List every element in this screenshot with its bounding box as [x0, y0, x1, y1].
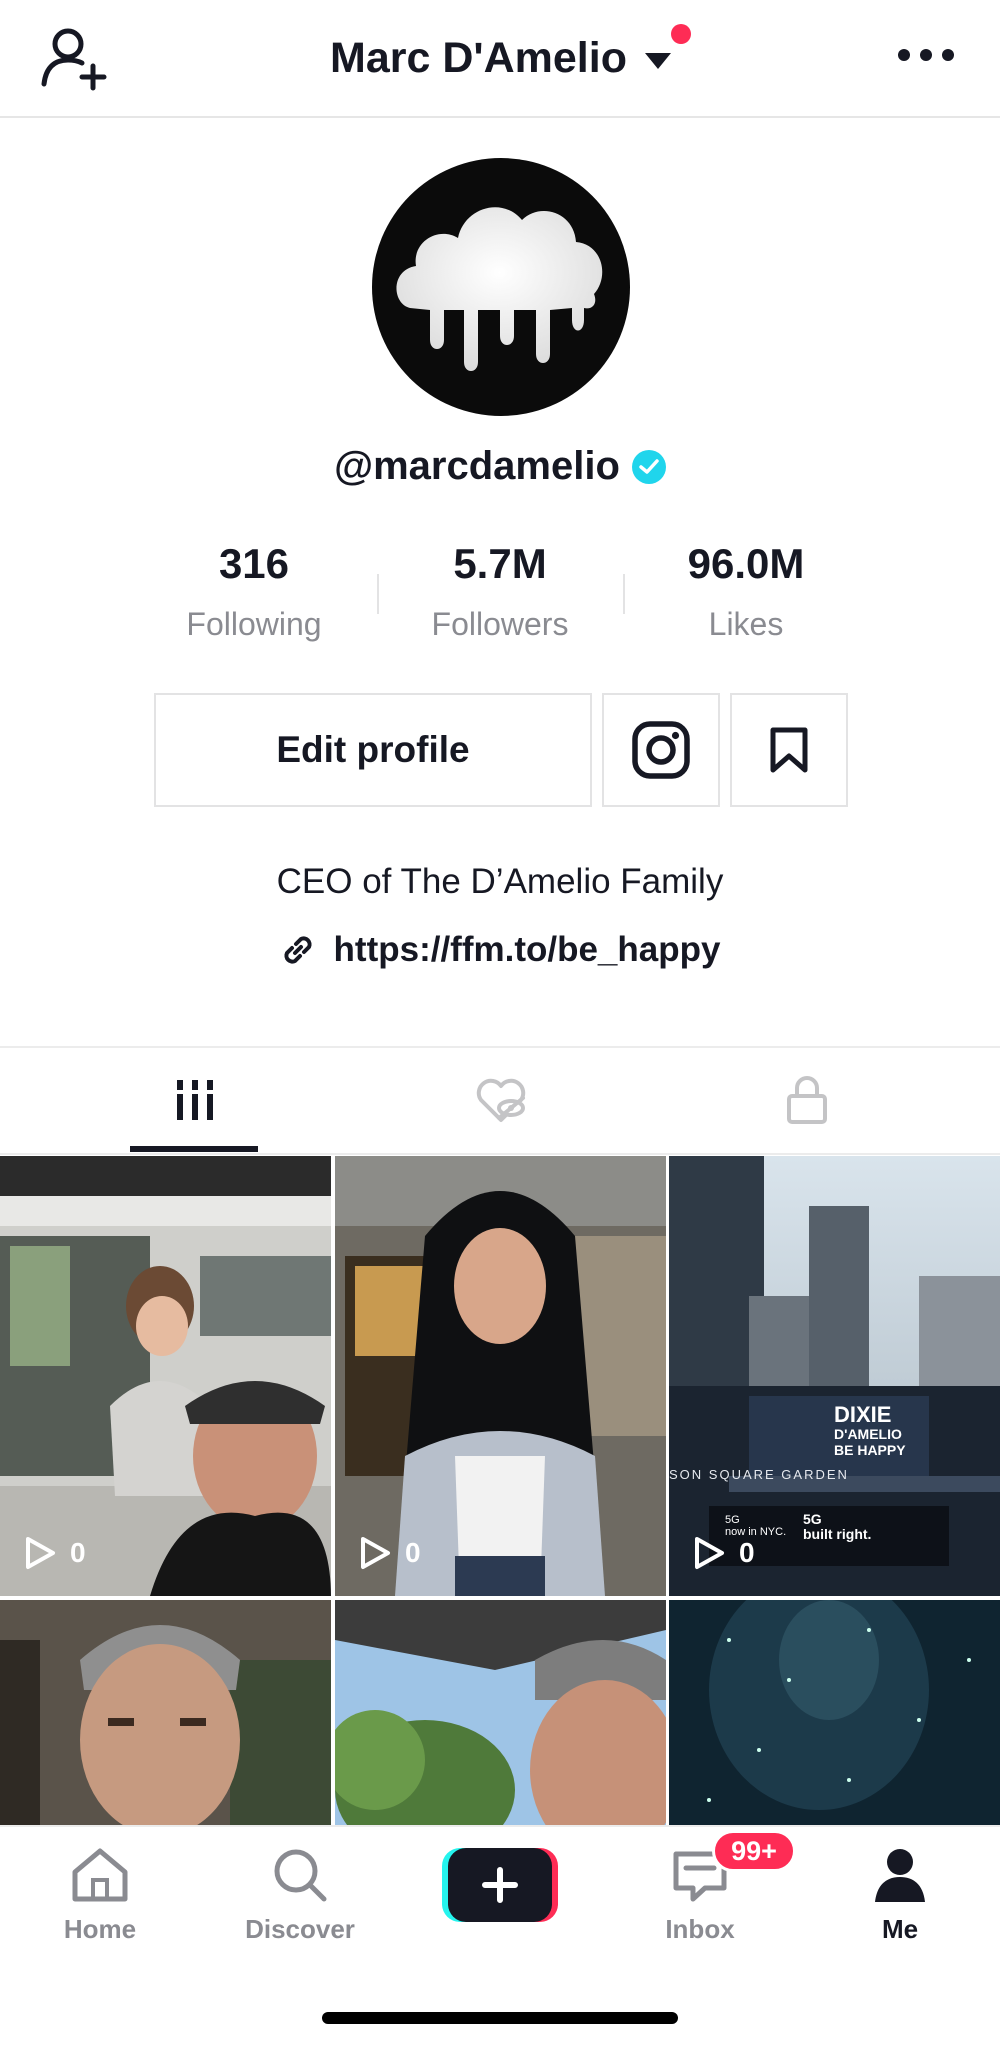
nav-label: Home: [63, 1914, 137, 1944]
divider: [0, 1153, 1000, 1155]
view-count: 0: [24, 1536, 86, 1570]
following-stat[interactable]: 316 Following: [154, 540, 354, 643]
username: @marcdamelio: [334, 444, 620, 488]
play-icon: [361, 1537, 390, 1569]
nav-home[interactable]: Home: [30, 1846, 170, 1945]
active-tab-indicator: [130, 1146, 258, 1152]
play-icon: [26, 1537, 55, 1569]
grid-icon: [174, 1080, 215, 1120]
account-switcher[interactable]: Marc D'Amelio: [330, 28, 671, 88]
add-friend-icon[interactable]: [40, 26, 110, 92]
video-thumbnail[interactable]: 0: [335, 1156, 666, 1596]
video-thumbnail[interactable]: DIXIE D'AMELIO BE HAPPY SON SQUARE GARDE…: [669, 1156, 1000, 1596]
instagram-button[interactable]: [602, 693, 720, 807]
tab-videos[interactable]: [28, 1048, 361, 1152]
likes-stat[interactable]: 96.0M Likes: [646, 540, 846, 643]
view-count: 0: [359, 1536, 421, 1570]
followers-stat[interactable]: 5.7M Followers: [400, 540, 600, 643]
instagram-icon: [632, 721, 690, 779]
ad-sign: 5G built right.: [803, 1511, 872, 1542]
view-count-text: 0: [70, 1537, 86, 1568]
nav-discover[interactable]: Discover: [230, 1846, 370, 1945]
likes-label: Likes: [708, 606, 784, 642]
link-icon: [284, 936, 312, 964]
bio-text: CEO of The D’Amelio Family: [276, 862, 724, 901]
view-count: 0: [693, 1536, 755, 1570]
avatar[interactable]: [372, 158, 630, 416]
bio-link-text: https://ffm.to/be_happy: [333, 930, 721, 969]
ad-sign: 5G now in NYC.: [725, 1514, 787, 1538]
create-icon: [442, 1848, 558, 1922]
video-thumbnail[interactable]: [669, 1600, 1000, 1825]
bio-link[interactable]: https://ffm.to/be_happy: [0, 930, 1000, 970]
following-count: 316: [218, 540, 290, 587]
tab-private[interactable]: [640, 1048, 973, 1152]
verified-badge-icon: [631, 449, 666, 484]
video-thumbnail[interactable]: [0, 1600, 331, 1825]
edit-profile-button[interactable]: Edit profile: [154, 693, 592, 807]
nav-label: Me: [881, 1914, 919, 1944]
nav-label: Discover: [245, 1914, 355, 1944]
followers-label: Followers: [431, 606, 569, 642]
chevron-down-icon: [644, 53, 671, 69]
create-button[interactable]: [442, 1848, 558, 1922]
view-count-text: 0: [739, 1537, 755, 1568]
play-icon: [695, 1537, 724, 1569]
page-title: Marc D'Amelio: [330, 33, 627, 82]
nav-me[interactable]: Me: [830, 1846, 970, 1945]
followers-count: 5.7M: [453, 540, 547, 587]
view-count-text: 0: [405, 1537, 421, 1568]
hidden-heart-icon: [476, 1078, 525, 1122]
following-label: Following: [186, 606, 322, 642]
profile-handle-row: @marcdamelio: [0, 444, 1000, 489]
venue-sign: SON SQUARE GARDEN: [669, 1467, 849, 1482]
video-thumbnail[interactable]: [335, 1600, 666, 1825]
lock-icon: [786, 1076, 827, 1124]
nav-label: Inbox: [665, 1914, 735, 1944]
bookmark-icon: [770, 727, 808, 773]
video-thumbnail[interactable]: 0: [0, 1156, 331, 1596]
tab-liked[interactable]: [334, 1048, 667, 1152]
billboard-text: DIXIE D'AMELIO BE HAPPY: [834, 1402, 906, 1459]
favorites-button[interactable]: [730, 693, 848, 807]
home-icon: [72, 1848, 128, 1902]
notification-dot: [671, 24, 691, 44]
stat-divider: [623, 574, 625, 614]
search-icon: [274, 1849, 327, 1902]
more-options-icon[interactable]: [898, 48, 954, 62]
inbox-badge: 99+: [712, 1830, 796, 1872]
stat-divider: [377, 574, 379, 614]
likes-count: 96.0M: [687, 540, 805, 587]
profile-icon: [875, 1849, 925, 1902]
home-indicator: [322, 2012, 678, 2024]
